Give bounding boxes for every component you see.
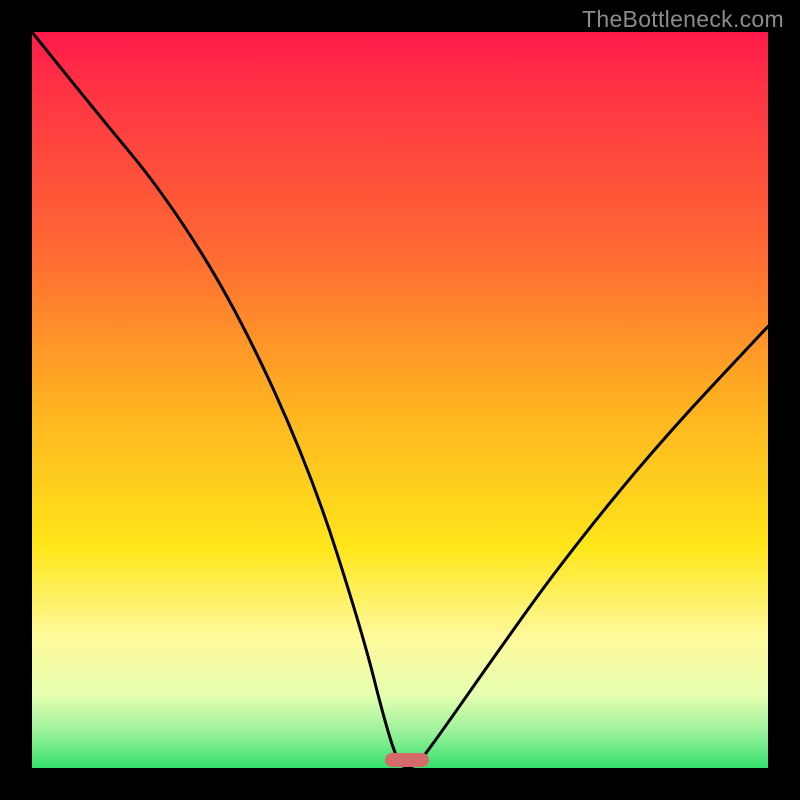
- curve-path: [32, 32, 768, 768]
- plot-area: [32, 32, 768, 768]
- chart-stage: TheBottleneck.com: [0, 0, 800, 800]
- watermark-text: TheBottleneck.com: [582, 6, 784, 33]
- bottleneck-curve: [32, 32, 768, 768]
- optimal-zone-marker: [385, 753, 429, 767]
